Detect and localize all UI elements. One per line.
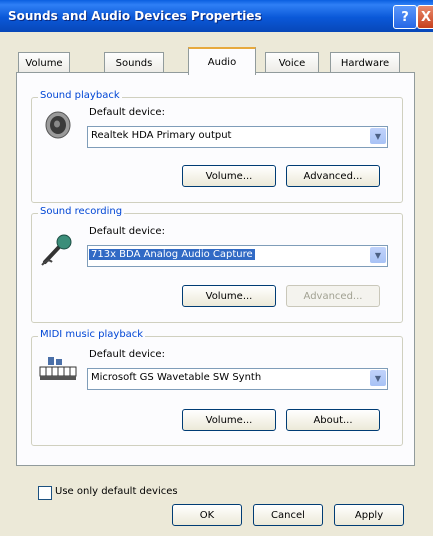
recording-advanced-button: Advanced... [286,285,380,307]
midi-default-label: Default device: [89,349,165,360]
use-default-label[interactable]: Use only default devices [55,486,178,497]
playback-default-label: Default device: [89,107,165,118]
speaker-icon [45,111,71,139]
close-button[interactable]: X [417,5,433,29]
apply-button[interactable]: Apply [334,504,404,526]
tab-volume[interactable]: Volume [18,52,70,73]
playback-device-select[interactable]: Realtek HDA Primary output ▼ [87,126,388,148]
midi-playback-group: MIDI music playback Default device: Micr… [31,329,403,446]
audio-tab-panel: Sound playback Default device: Realtek H… [16,72,415,466]
midi-about-button[interactable]: About... [286,409,380,431]
tab-hardware[interactable]: Hardware [330,52,400,73]
midi-keyboard-icon [39,357,77,380]
playback-device-value: Realtek HDA Primary output [91,130,232,141]
midi-volume-button[interactable]: Volume... [182,409,276,431]
tab-audio[interactable]: Audio [188,47,256,75]
sound-recording-title: Sound recording [38,206,125,217]
ok-button[interactable]: OK [172,504,242,526]
chevron-down-icon[interactable]: ▼ [370,247,386,263]
midi-playback-title: MIDI music playback [38,329,146,340]
title-bar[interactable]: Sounds and Audio Devices Properties ? X [0,0,433,32]
sound-recording-group: Sound recording Default device: 713x BDA… [31,206,403,323]
chevron-down-icon[interactable]: ▼ [370,370,386,386]
sound-playback-group: Sound playback Default device: Realtek H… [31,90,403,203]
cancel-button[interactable]: Cancel [253,504,323,526]
use-default-checkbox[interactable] [38,486,52,500]
microphone-icon [41,234,72,266]
recording-device-select[interactable]: 713x BDA Analog Audio Capture ▼ [87,245,388,267]
tab-sounds[interactable]: Sounds [104,52,164,73]
recording-device-value: 713x BDA Analog Audio Capture [89,249,255,260]
sound-playback-title: Sound playback [38,90,122,101]
recording-default-label: Default device: [89,226,165,237]
playback-volume-button[interactable]: Volume... [182,165,276,187]
midi-device-select[interactable]: Microsoft GS Wavetable SW Synth ▼ [87,368,388,390]
help-button[interactable]: ? [393,5,417,29]
window-title: Sounds and Audio Devices Properties [8,9,262,23]
playback-advanced-button[interactable]: Advanced... [286,165,380,187]
tab-voice[interactable]: Voice [265,52,319,73]
recording-volume-button[interactable]: Volume... [182,285,276,307]
chevron-down-icon[interactable]: ▼ [370,128,386,144]
midi-device-value: Microsoft GS Wavetable SW Synth [91,372,262,383]
